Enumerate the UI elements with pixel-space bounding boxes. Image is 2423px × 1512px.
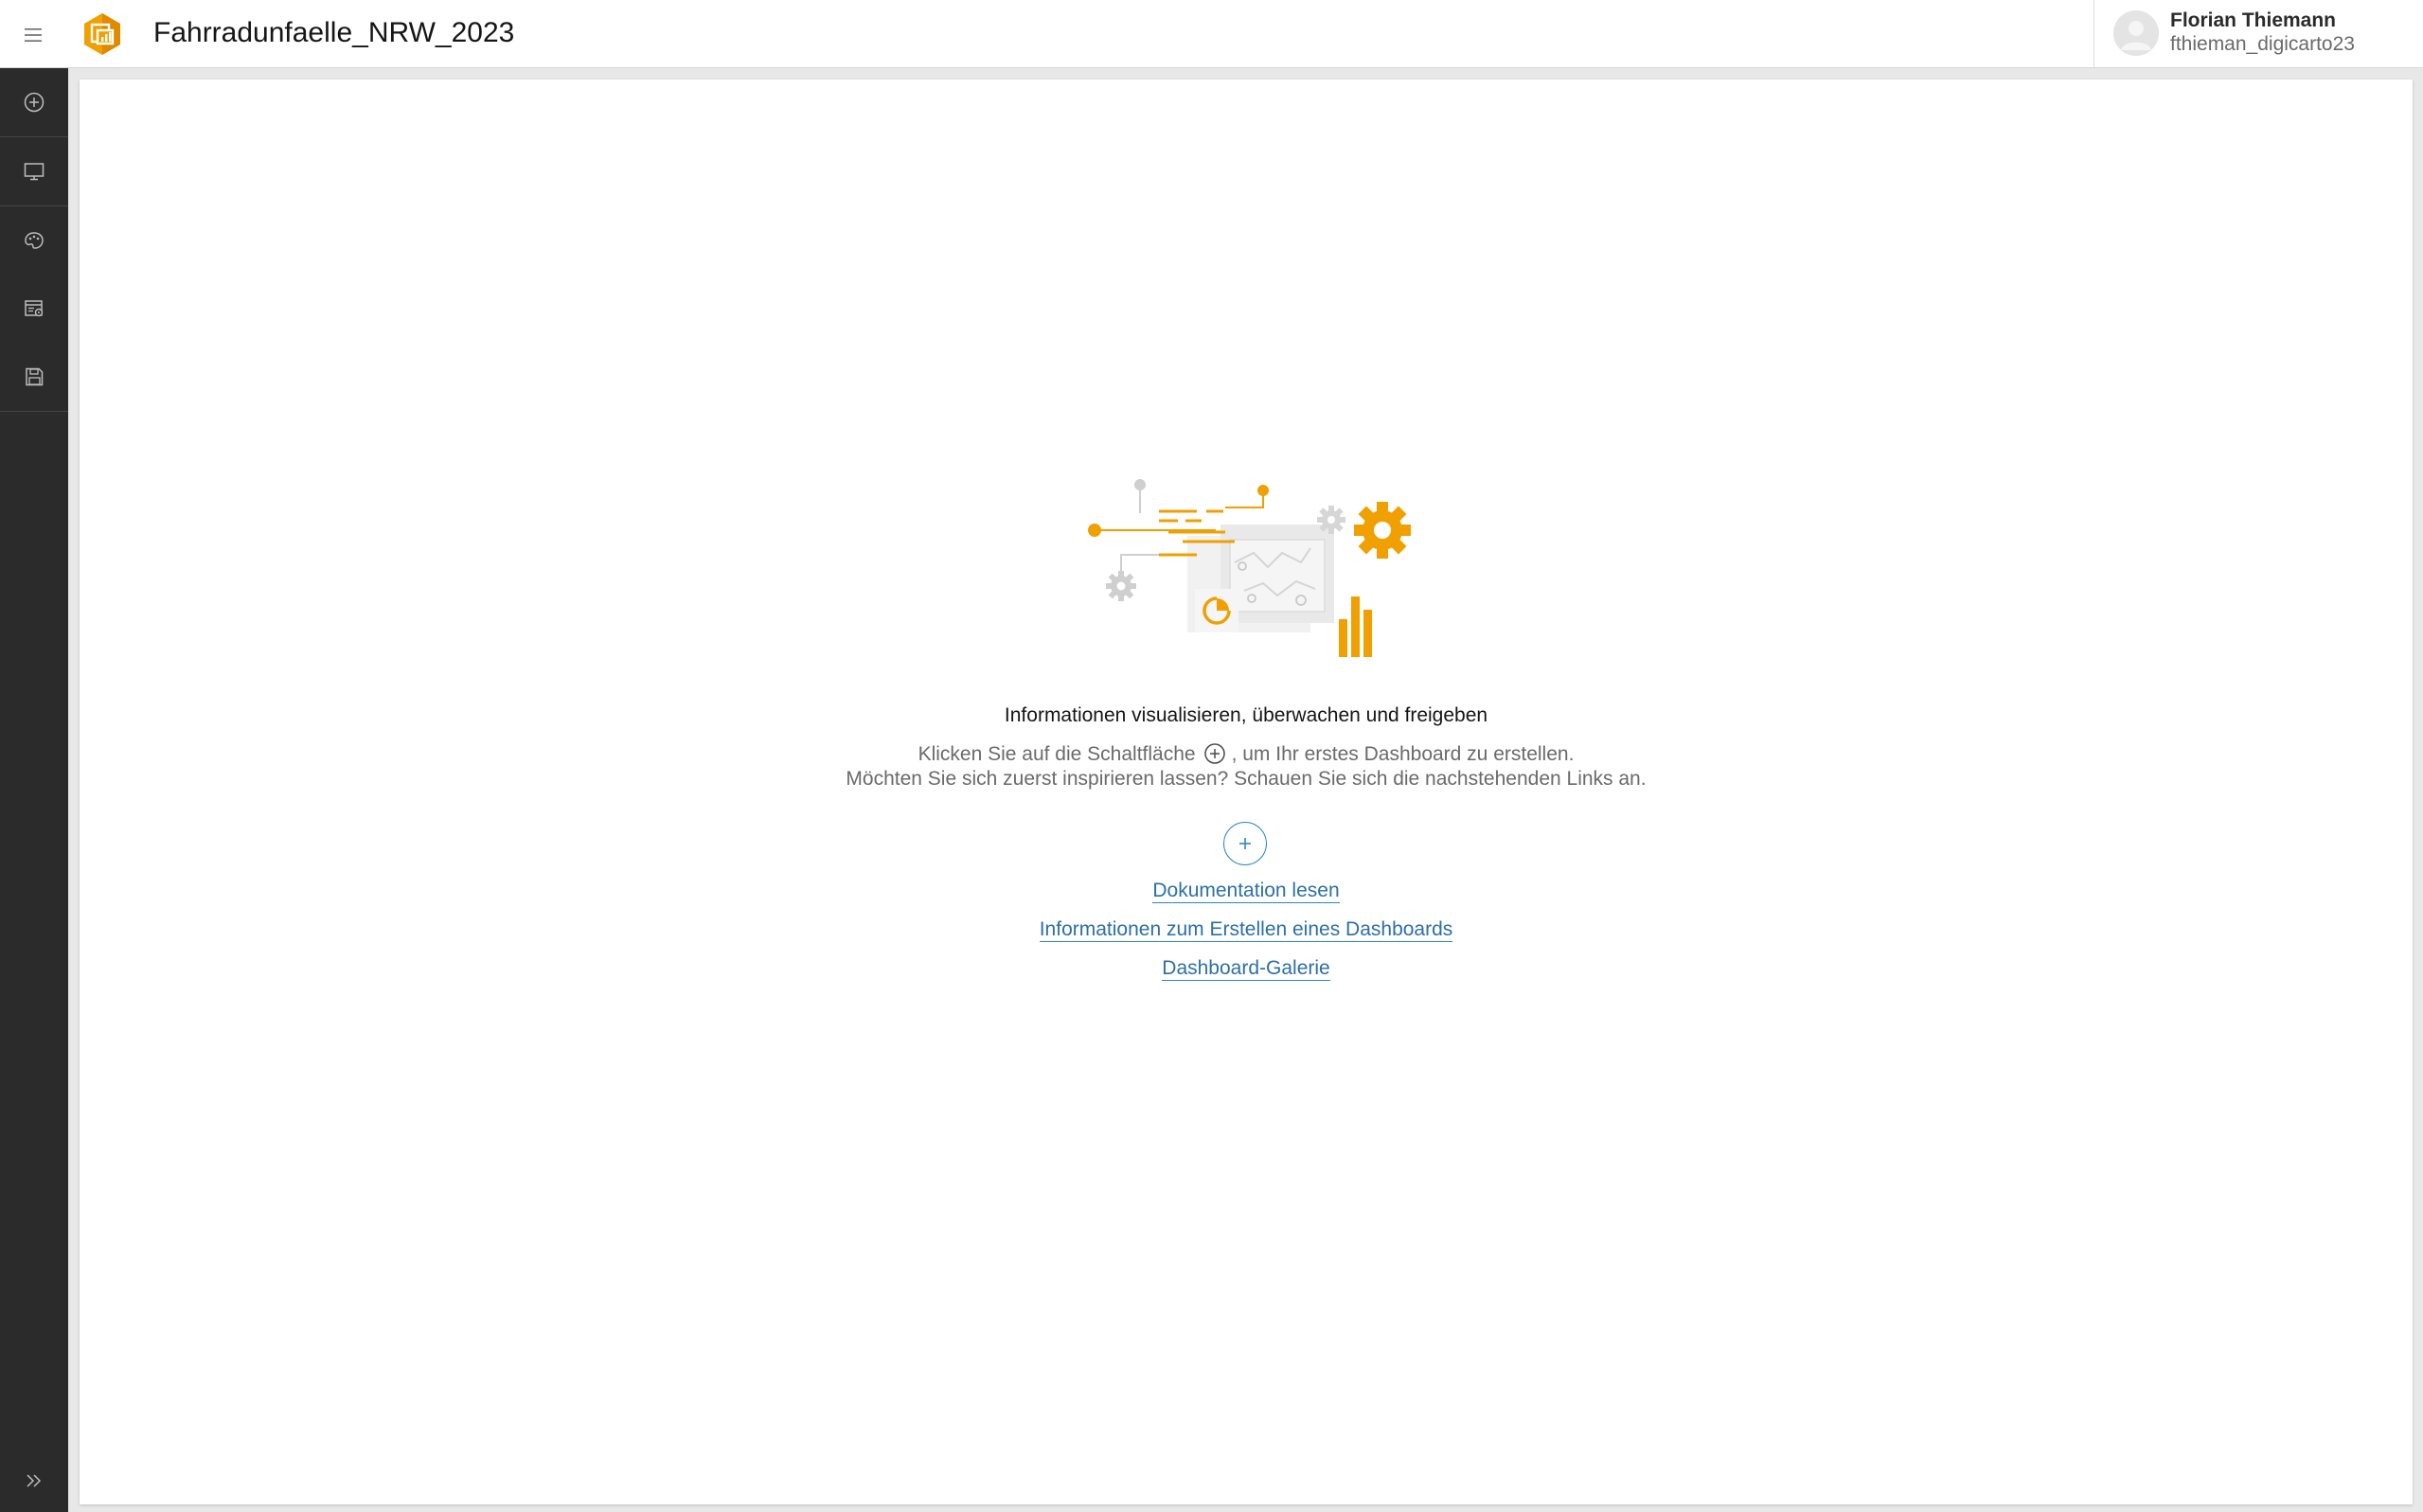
gallery-link-row: Dashboard-Galerie [80, 957, 2413, 981]
documentation-link[interactable]: Dokumentation lesen [1152, 880, 1340, 903]
user-username: fthieman_digicarto23 [2170, 33, 2355, 55]
create-info-link-row: Informationen zum Erstellen eines Dashbo… [80, 918, 2413, 942]
theme-palette-icon [25, 232, 44, 249]
settings-panel-icon [25, 300, 44, 317]
empty-state-inspiration-text: Möchten Sie sich zuerst inspirieren lass… [846, 768, 1647, 790]
app-header: Fahrradunfaelle_NRW_2023 Florian Thieman… [0, 0, 2423, 68]
layout-monitor-icon [24, 163, 45, 181]
save-button[interactable] [0, 343, 68, 411]
left-toolbar [0, 68, 68, 1512]
dashboard-canvas: Informationen visualisieren, überwachen … [80, 80, 2413, 1504]
user-avatar-icon [2113, 10, 2159, 56]
add-element-button[interactable] [0, 68, 68, 136]
settings-button[interactable] [0, 275, 68, 343]
instruction-text-after: , um Ihr erstes Dashboard zu erstellen. [1231, 743, 1575, 765]
empty-state-heading: Informationen visualisieren, überwachen … [1004, 704, 1488, 726]
documentation-link-row: Dokumentation lesen [80, 880, 2413, 903]
double-chevron-right-icon [27, 1474, 42, 1487]
add-element-icon [24, 92, 45, 113]
theme-button[interactable] [0, 206, 68, 275]
user-full-name: Florian Thiemann [2170, 9, 2337, 31]
create-dashboard-info-link[interactable]: Informationen zum Erstellen eines Dashbo… [1039, 918, 1453, 942]
empty-state-illustration [1088, 479, 1411, 657]
toolbar-group-add [0, 68, 68, 137]
toolbar-group-settings [0, 206, 68, 412]
user-account-menu[interactable]: Florian Thiemann fthieman_digicarto23 [2093, 0, 2423, 67]
expand-toolbar-button[interactable] [0, 1450, 68, 1512]
empty-state-instructions: Klicken Sie auf die Schaltfläche , um Ihr… [80, 742, 2413, 771]
plus-icon [1239, 838, 1251, 849]
dashboards-app-icon [84, 13, 120, 55]
inline-add-icon [1203, 742, 1226, 771]
hamburger-menu-button[interactable] [17, 19, 49, 51]
save-icon [26, 367, 44, 386]
dashboard-gallery-link[interactable]: Dashboard-Galerie [1162, 957, 1330, 981]
toolbar-group-layout [0, 137, 68, 206]
dashboard-title: Fahrradunfaelle_NRW_2023 [153, 17, 515, 48]
layout-button[interactable] [0, 137, 68, 205]
hamburger-menu-icon [25, 28, 42, 42]
instruction-text-before: Klicken Sie auf die Schaltfläche [918, 743, 1196, 765]
add-first-element-button[interactable] [1223, 822, 1267, 865]
